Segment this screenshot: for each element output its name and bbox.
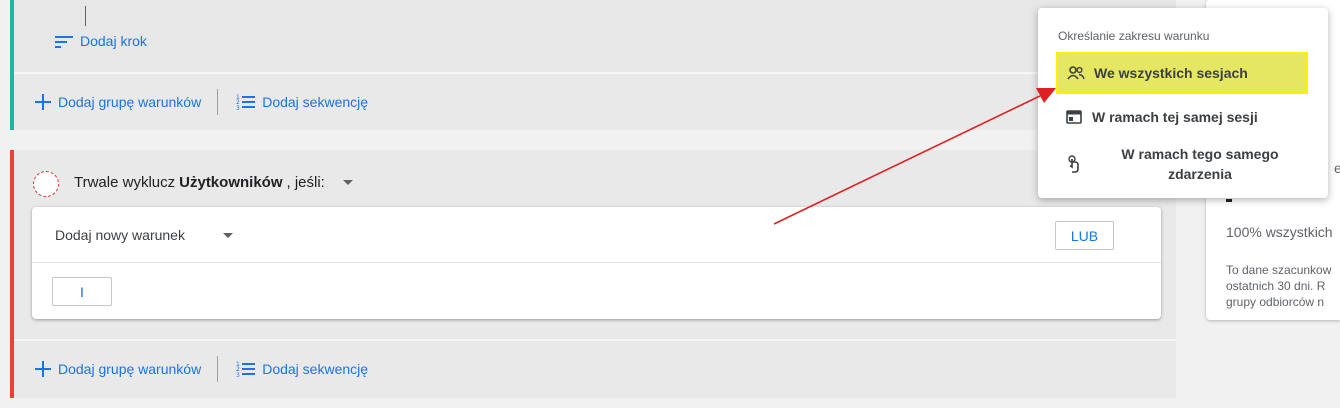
annotation-arrow <box>773 88 1056 225</box>
